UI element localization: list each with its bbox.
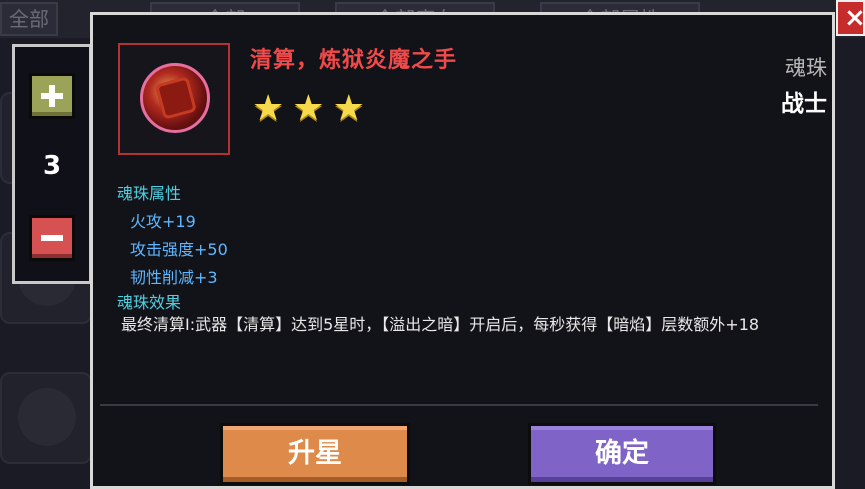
inventory-slot[interactable] (0, 372, 92, 464)
item-class: 战士 (781, 91, 827, 117)
effect-description: 最终清算Ⅰ:武器【清算】达到5星时，【溢出之暗】开启后，每秒获得【暗焰】层数额外… (121, 315, 760, 334)
fire-demon-hand-orb-icon (140, 63, 210, 133)
star-rating: ★ ★ ★ (252, 88, 373, 129)
star-icon: ★ (252, 88, 285, 129)
stat-line: 火攻+19 (130, 212, 196, 231)
confirm-button[interactable]: 确定 (528, 423, 716, 485)
minus-icon (41, 235, 63, 241)
stat-line: 攻击强度+50 (130, 240, 228, 259)
effect-heading: 魂珠效果 (117, 293, 182, 312)
close-button[interactable]: × (836, 0, 865, 36)
stat-line: 韧性削减+3 (130, 268, 218, 287)
divider (100, 404, 818, 406)
attributes-heading: 魂珠属性 (117, 184, 182, 203)
item-type: 魂珠 (785, 56, 827, 80)
minus-button[interactable] (29, 215, 75, 261)
star-icon: ★ (332, 88, 365, 129)
filter-all-tab[interactable]: 全部 (0, 2, 58, 36)
item-icon-frame (118, 43, 230, 155)
star-icon: ★ (292, 88, 325, 129)
orb-icon (18, 388, 76, 446)
plus-button[interactable] (29, 73, 75, 119)
quantity-value: 3 (42, 151, 62, 181)
item-name: 清算，炼狱炎魔之手 (250, 48, 458, 73)
upgrade-star-button[interactable]: 升星 (220, 423, 410, 485)
quantity-stepper: 3 (12, 44, 92, 284)
close-icon: × (844, 3, 865, 33)
